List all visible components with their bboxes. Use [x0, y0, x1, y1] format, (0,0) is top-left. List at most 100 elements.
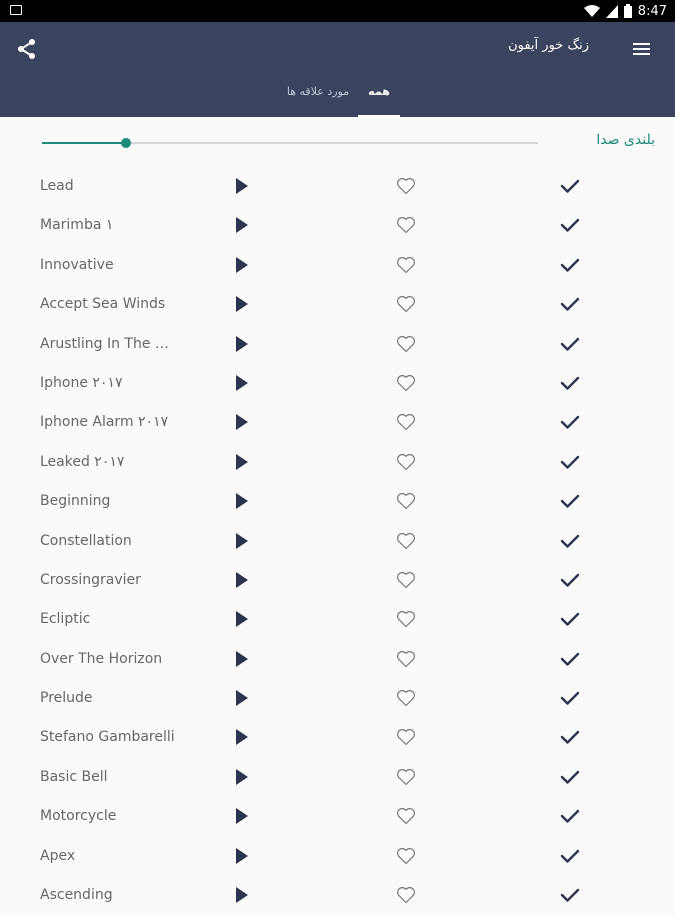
ringtone-row[interactable]: Innovative	[0, 246, 675, 285]
check-icon[interactable]	[559, 847, 581, 865]
play-icon[interactable]	[235, 217, 249, 234]
ringtone-row[interactable]: Basic Bell	[0, 758, 675, 797]
check-icon[interactable]	[559, 295, 581, 313]
ringtone-name: Arustling In The Tr...	[40, 335, 175, 352]
heart-icon[interactable]	[396, 532, 416, 550]
ringtone-row[interactable]: Beginning	[0, 482, 675, 521]
check-icon[interactable]	[559, 177, 581, 195]
volume-slider-thumb[interactable]	[121, 138, 132, 148]
clock: 8:47	[637, 3, 667, 19]
heart-icon[interactable]	[396, 847, 416, 865]
heart-icon[interactable]	[396, 177, 416, 195]
play-icon[interactable]	[235, 532, 249, 549]
ringtone-row[interactable]: Leaked ۲۰۱۷	[0, 443, 675, 482]
play-icon[interactable]	[235, 374, 249, 391]
play-icon[interactable]	[235, 571, 249, 588]
ringtone-name: Iphone Alarm ۲۰۱۷	[40, 414, 169, 431]
menu-button[interactable]	[633, 40, 655, 58]
ringtone-row[interactable]: Stefano Gambarelli	[0, 718, 675, 757]
share-button[interactable]	[16, 38, 38, 60]
check-icon[interactable]	[559, 374, 581, 392]
play-icon[interactable]	[235, 887, 249, 904]
heart-icon[interactable]	[396, 886, 416, 904]
check-icon[interactable]	[559, 335, 581, 353]
ringtone-row[interactable]: Over The Horizon	[0, 640, 675, 679]
heart-icon[interactable]	[396, 335, 416, 353]
check-icon[interactable]	[559, 453, 581, 471]
volume-row: بلندی صدا	[0, 117, 675, 167]
ringtone-row[interactable]: Constellation	[0, 522, 675, 561]
check-icon[interactable]	[559, 413, 581, 431]
ringtone-row[interactable]: Lead	[0, 167, 675, 206]
heart-icon[interactable]	[396, 610, 416, 628]
heart-icon[interactable]	[396, 492, 416, 510]
play-icon[interactable]	[235, 453, 249, 470]
heart-icon[interactable]	[396, 571, 416, 589]
play-icon[interactable]	[235, 690, 249, 707]
heart-icon[interactable]	[396, 413, 416, 431]
heart-icon[interactable]	[396, 453, 416, 471]
play-icon[interactable]	[235, 296, 249, 313]
tab-favorites[interactable]: مورد علاقه ها	[282, 83, 354, 117]
ringtone-row[interactable]: Iphone Alarm ۲۰۱۷	[0, 403, 675, 442]
ringtone-name: Crossingravier	[40, 571, 141, 588]
tab-favorites-label: مورد علاقه ها	[286, 85, 350, 98]
ringtone-row[interactable]: Accept Sea Winds	[0, 285, 675, 324]
ringtone-name: Leaked ۲۰۱۷	[40, 453, 125, 470]
heart-icon[interactable]	[396, 295, 416, 313]
check-icon[interactable]	[559, 768, 581, 786]
signal-icon	[605, 4, 618, 18]
play-icon[interactable]	[235, 847, 249, 864]
play-icon[interactable]	[235, 493, 249, 510]
check-icon[interactable]	[559, 728, 581, 746]
heart-icon[interactable]	[396, 374, 416, 392]
check-icon[interactable]	[559, 689, 581, 707]
check-icon[interactable]	[559, 492, 581, 510]
ringtone-row[interactable]: Apex	[0, 837, 675, 876]
check-icon[interactable]	[559, 532, 581, 550]
heart-icon[interactable]	[396, 650, 416, 668]
check-icon[interactable]	[559, 256, 581, 274]
app-toolbar: زنگ خور آیفون مورد علاقه ها همه	[0, 22, 675, 117]
heart-icon[interactable]	[396, 689, 416, 707]
ringtone-row[interactable]: Ecliptic	[0, 600, 675, 639]
ringtone-name: Beginning	[40, 493, 111, 510]
play-icon[interactable]	[235, 650, 249, 667]
ringtone-row[interactable]: Motorcycle	[0, 797, 675, 836]
play-icon[interactable]	[235, 768, 249, 785]
ringtone-row[interactable]: Marimba ۱	[0, 206, 675, 245]
ringtone-name: Lead	[40, 178, 74, 194]
check-icon[interactable]	[559, 610, 581, 628]
heart-icon[interactable]	[396, 807, 416, 825]
ringtone-row[interactable]: Crossingravier	[0, 561, 675, 600]
ringtone-row[interactable]: Prelude	[0, 679, 675, 718]
play-icon[interactable]	[235, 808, 249, 825]
play-icon[interactable]	[235, 256, 249, 273]
check-icon[interactable]	[559, 886, 581, 904]
check-icon[interactable]	[559, 216, 581, 234]
heart-icon[interactable]	[396, 256, 416, 274]
volume-slider-fill	[42, 142, 127, 144]
play-icon[interactable]	[235, 729, 249, 746]
ringtone-name: Marimba ۱	[40, 217, 114, 234]
heart-icon[interactable]	[396, 768, 416, 786]
tab-all[interactable]: همه	[358, 83, 400, 117]
check-icon[interactable]	[559, 650, 581, 668]
ringtone-row[interactable]: Ascending	[0, 876, 675, 915]
check-icon[interactable]	[559, 807, 581, 825]
heart-icon[interactable]	[396, 728, 416, 746]
ringtone-name: Iphone ۲۰۱۷	[40, 374, 123, 391]
play-icon[interactable]	[235, 611, 249, 628]
play-icon[interactable]	[235, 414, 249, 431]
ringtone-row[interactable]: Iphone ۲۰۱۷	[0, 364, 675, 403]
volume-slider[interactable]	[42, 138, 538, 148]
heart-icon[interactable]	[396, 216, 416, 234]
ringtone-name: Prelude	[40, 690, 93, 707]
ringtone-name: Basic Bell	[40, 768, 108, 785]
check-icon[interactable]	[559, 571, 581, 589]
ringtone-name: Ecliptic	[40, 611, 91, 628]
play-icon[interactable]	[235, 335, 249, 352]
play-icon[interactable]	[235, 178, 249, 194]
ringtone-name: Accept Sea Winds	[40, 296, 166, 313]
ringtone-row[interactable]: Arustling In The Tr...	[0, 325, 675, 364]
